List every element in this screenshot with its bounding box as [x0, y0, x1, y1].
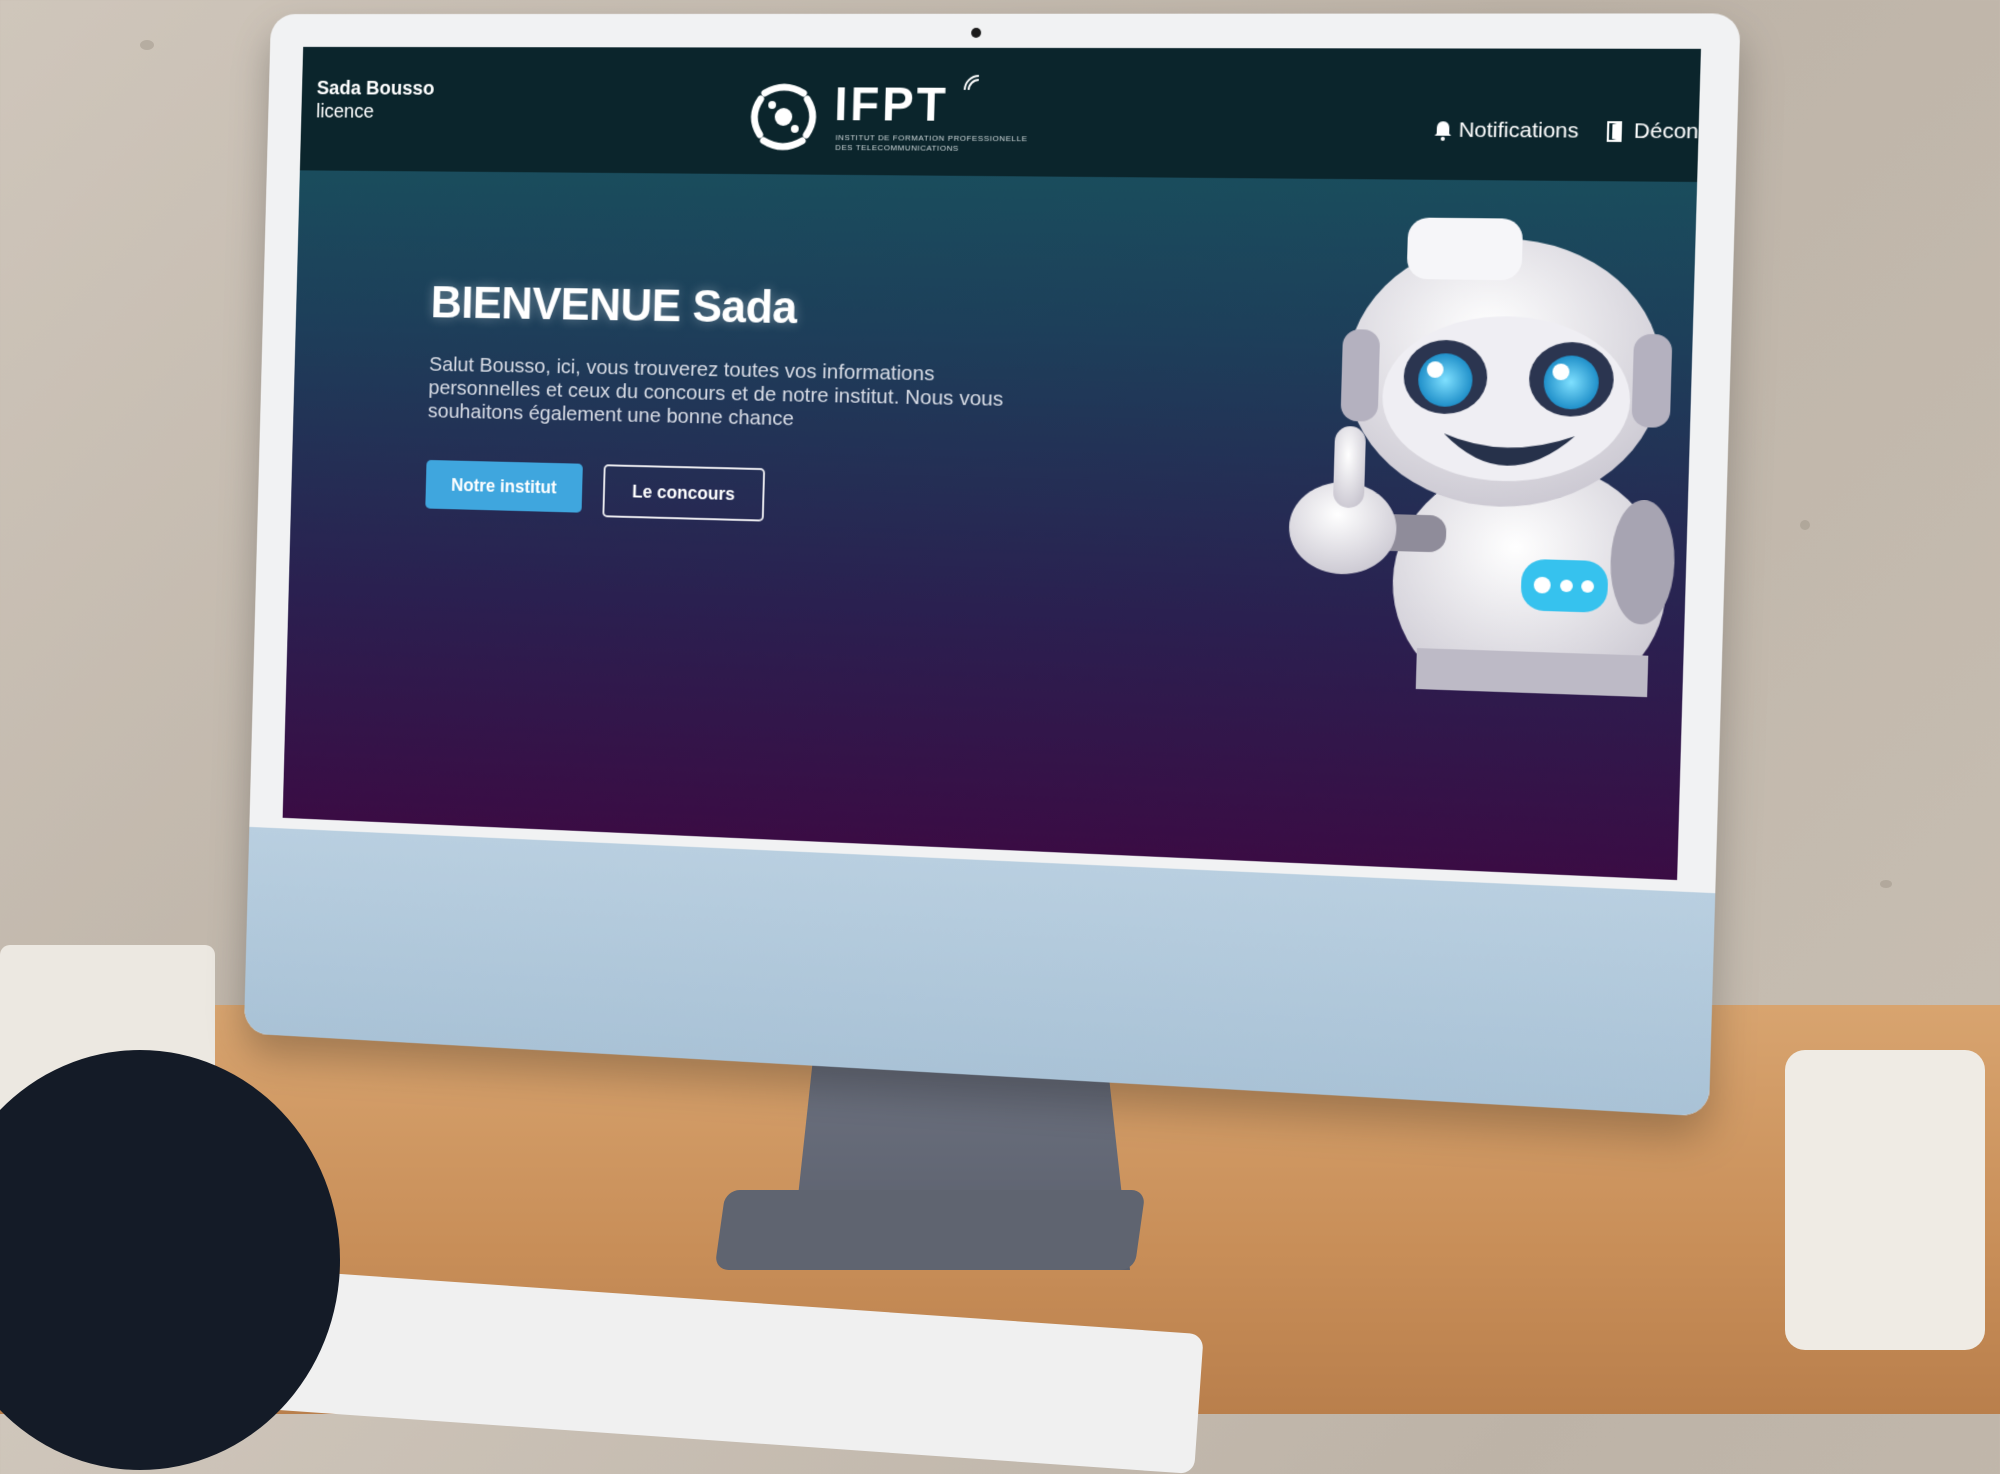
monitor-stand-base [714, 1190, 1146, 1270]
pen-cup [1785, 1050, 1985, 1350]
hero-section: BIENVENUE Sada Salut Bousso, ici, vous t… [425, 275, 1050, 529]
top-nav-actions: Notifications Décon [1433, 118, 1699, 144]
wall-texture [1880, 880, 1892, 888]
imac-monitor: Sada Bousso licence IFPT INSTITUT DE FOR… [243, 13, 1741, 1117]
top-navbar: Sada Bousso licence IFPT INSTITUT DE FOR… [299, 46, 1701, 182]
welcome-title: BIENVENUE Sada [430, 276, 798, 334]
logout-label: Décon [1633, 119, 1699, 144]
ifpt-logo[interactable]: IFPT INSTITUT DE FORMATION PROFESSIONELL… [744, 73, 1041, 160]
wall-texture [140, 40, 154, 50]
ifpt-logo-icon [744, 77, 824, 157]
welcome-text: Salut Bousso, ici, vous trouverez toutes… [427, 353, 1004, 431]
notifications-link[interactable]: Notifications [1433, 118, 1579, 144]
wall-texture [1800, 520, 1810, 530]
logout-link[interactable]: Décon [1606, 119, 1699, 144]
wifi-signal-icon [963, 74, 979, 90]
webcam [971, 27, 982, 38]
user-role: licence [315, 100, 375, 123]
le-concours-button[interactable]: Le concours [602, 464, 766, 522]
logo-wordmark: IFPT [833, 78, 950, 132]
hero-buttons: Notre institut Le concours [425, 459, 1044, 529]
notifications-label: Notifications [1458, 118, 1580, 143]
bell-icon [1434, 121, 1452, 141]
user-name: Sada Bousso [316, 77, 435, 100]
robot-thumbs-up-illustration [1287, 217, 1677, 699]
door-icon [1606, 120, 1628, 143]
screen: Sada Bousso licence IFPT INSTITUT DE FOR… [282, 46, 1701, 881]
notre-institut-button[interactable]: Notre institut [425, 459, 583, 513]
logo-subtitle: INSTITUT DE FORMATION PROFESSIONELLE DES… [835, 133, 1028, 153]
